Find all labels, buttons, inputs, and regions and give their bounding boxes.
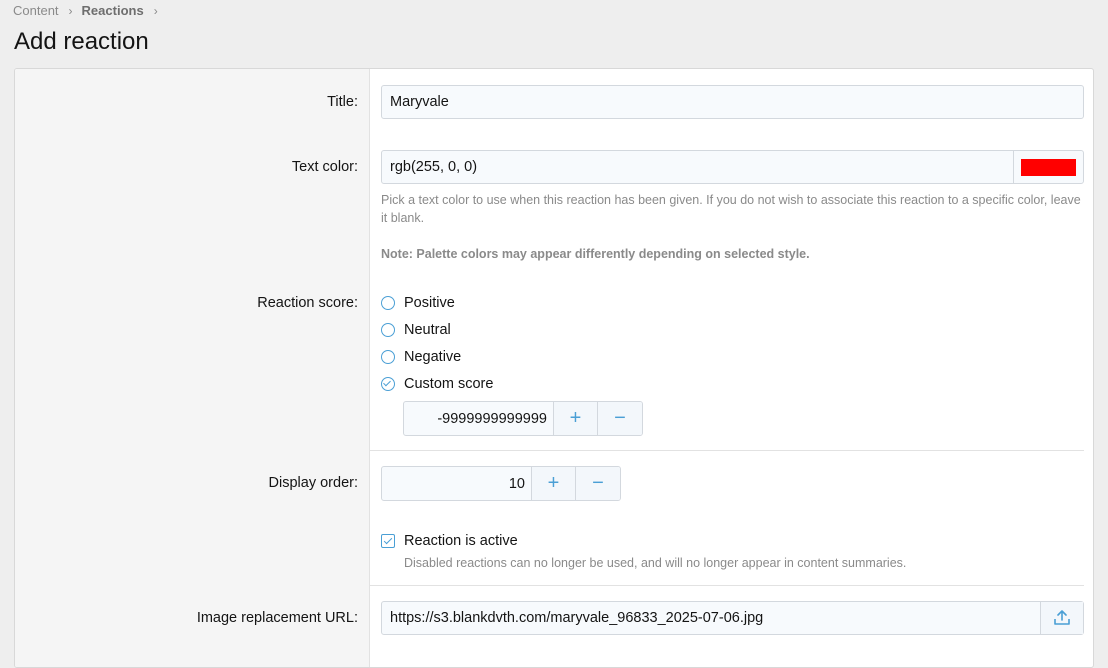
text-color-label: Text color: (291, 159, 358, 175)
radio-neutral[interactable]: Neutral (381, 322, 451, 338)
breadcrumb-content[interactable]: Content (13, 3, 59, 18)
text-color-note: Note: Palette colors may appear differen… (381, 247, 810, 261)
custom-score-input[interactable]: -9999999999999 (404, 402, 554, 435)
reaction-active-checkbox[interactable]: Reaction is active (381, 533, 518, 549)
text-color-input[interactable]: rgb(255, 0, 0) (381, 150, 1084, 184)
radio-positive[interactable]: Positive (381, 295, 455, 311)
radio-label: Neutral (404, 322, 451, 338)
title-input[interactable]: Maryvale (381, 85, 1084, 119)
radio-circle-icon[interactable] (381, 323, 395, 337)
image-url-value: https://s3.blankdvth.com/maryvale_96833_… (390, 610, 764, 626)
chevron-right-icon: › (153, 3, 158, 18)
custom-score-stepper[interactable]: -9999999999999 + − (403, 401, 643, 436)
breadcrumb: Content › Reactions › (13, 3, 167, 18)
breadcrumb-reactions[interactable]: Reactions (82, 3, 144, 18)
plus-icon[interactable]: + (554, 402, 598, 435)
page-title: Add reaction (14, 28, 149, 55)
display-order-input[interactable]: 10 (382, 467, 532, 500)
upload-button[interactable] (1040, 602, 1083, 634)
color-swatch (1021, 158, 1076, 176)
reaction-score-label: Reaction score: (257, 295, 358, 311)
reaction-active-hint: Disabled reactions can no longer be used… (404, 556, 907, 570)
text-color-value: rgb(255, 0, 0) (390, 159, 478, 175)
color-picker-button[interactable] (1013, 151, 1083, 183)
title-label: Title: (327, 94, 358, 110)
upload-icon (1054, 610, 1070, 625)
display-order-stepper[interactable]: 10 + − (381, 466, 621, 501)
plus-icon[interactable]: + (532, 467, 576, 500)
divider (370, 450, 1084, 451)
title-value: Maryvale (390, 94, 449, 110)
radio-circle-icon[interactable] (381, 296, 395, 310)
radio-custom-score[interactable]: Custom score (381, 376, 493, 392)
checkbox-checked-icon[interactable] (381, 534, 395, 548)
divider (370, 585, 1084, 586)
radio-label: Negative (404, 349, 462, 365)
minus-icon[interactable]: − (576, 467, 620, 500)
radio-label: Custom score (404, 376, 494, 392)
minus-icon[interactable]: − (598, 402, 642, 435)
image-url-label: Image replacement URL: (196, 610, 358, 626)
text-color-hint: Pick a text color to use when this react… (381, 193, 1081, 225)
radio-label: Positive (404, 295, 455, 311)
reaction-active-label: Reaction is active (404, 533, 518, 549)
radio-circle-icon[interactable] (381, 350, 395, 364)
form-panel: Title: Maryvale Text color: rgb(255, 0, … (14, 68, 1094, 668)
image-url-input[interactable]: https://s3.blankdvth.com/maryvale_96833_… (381, 601, 1084, 635)
radio-negative[interactable]: Negative (381, 349, 461, 365)
chevron-right-icon: › (68, 3, 73, 18)
display-order-label: Display order: (268, 475, 358, 491)
radio-checked-icon[interactable] (381, 377, 395, 391)
